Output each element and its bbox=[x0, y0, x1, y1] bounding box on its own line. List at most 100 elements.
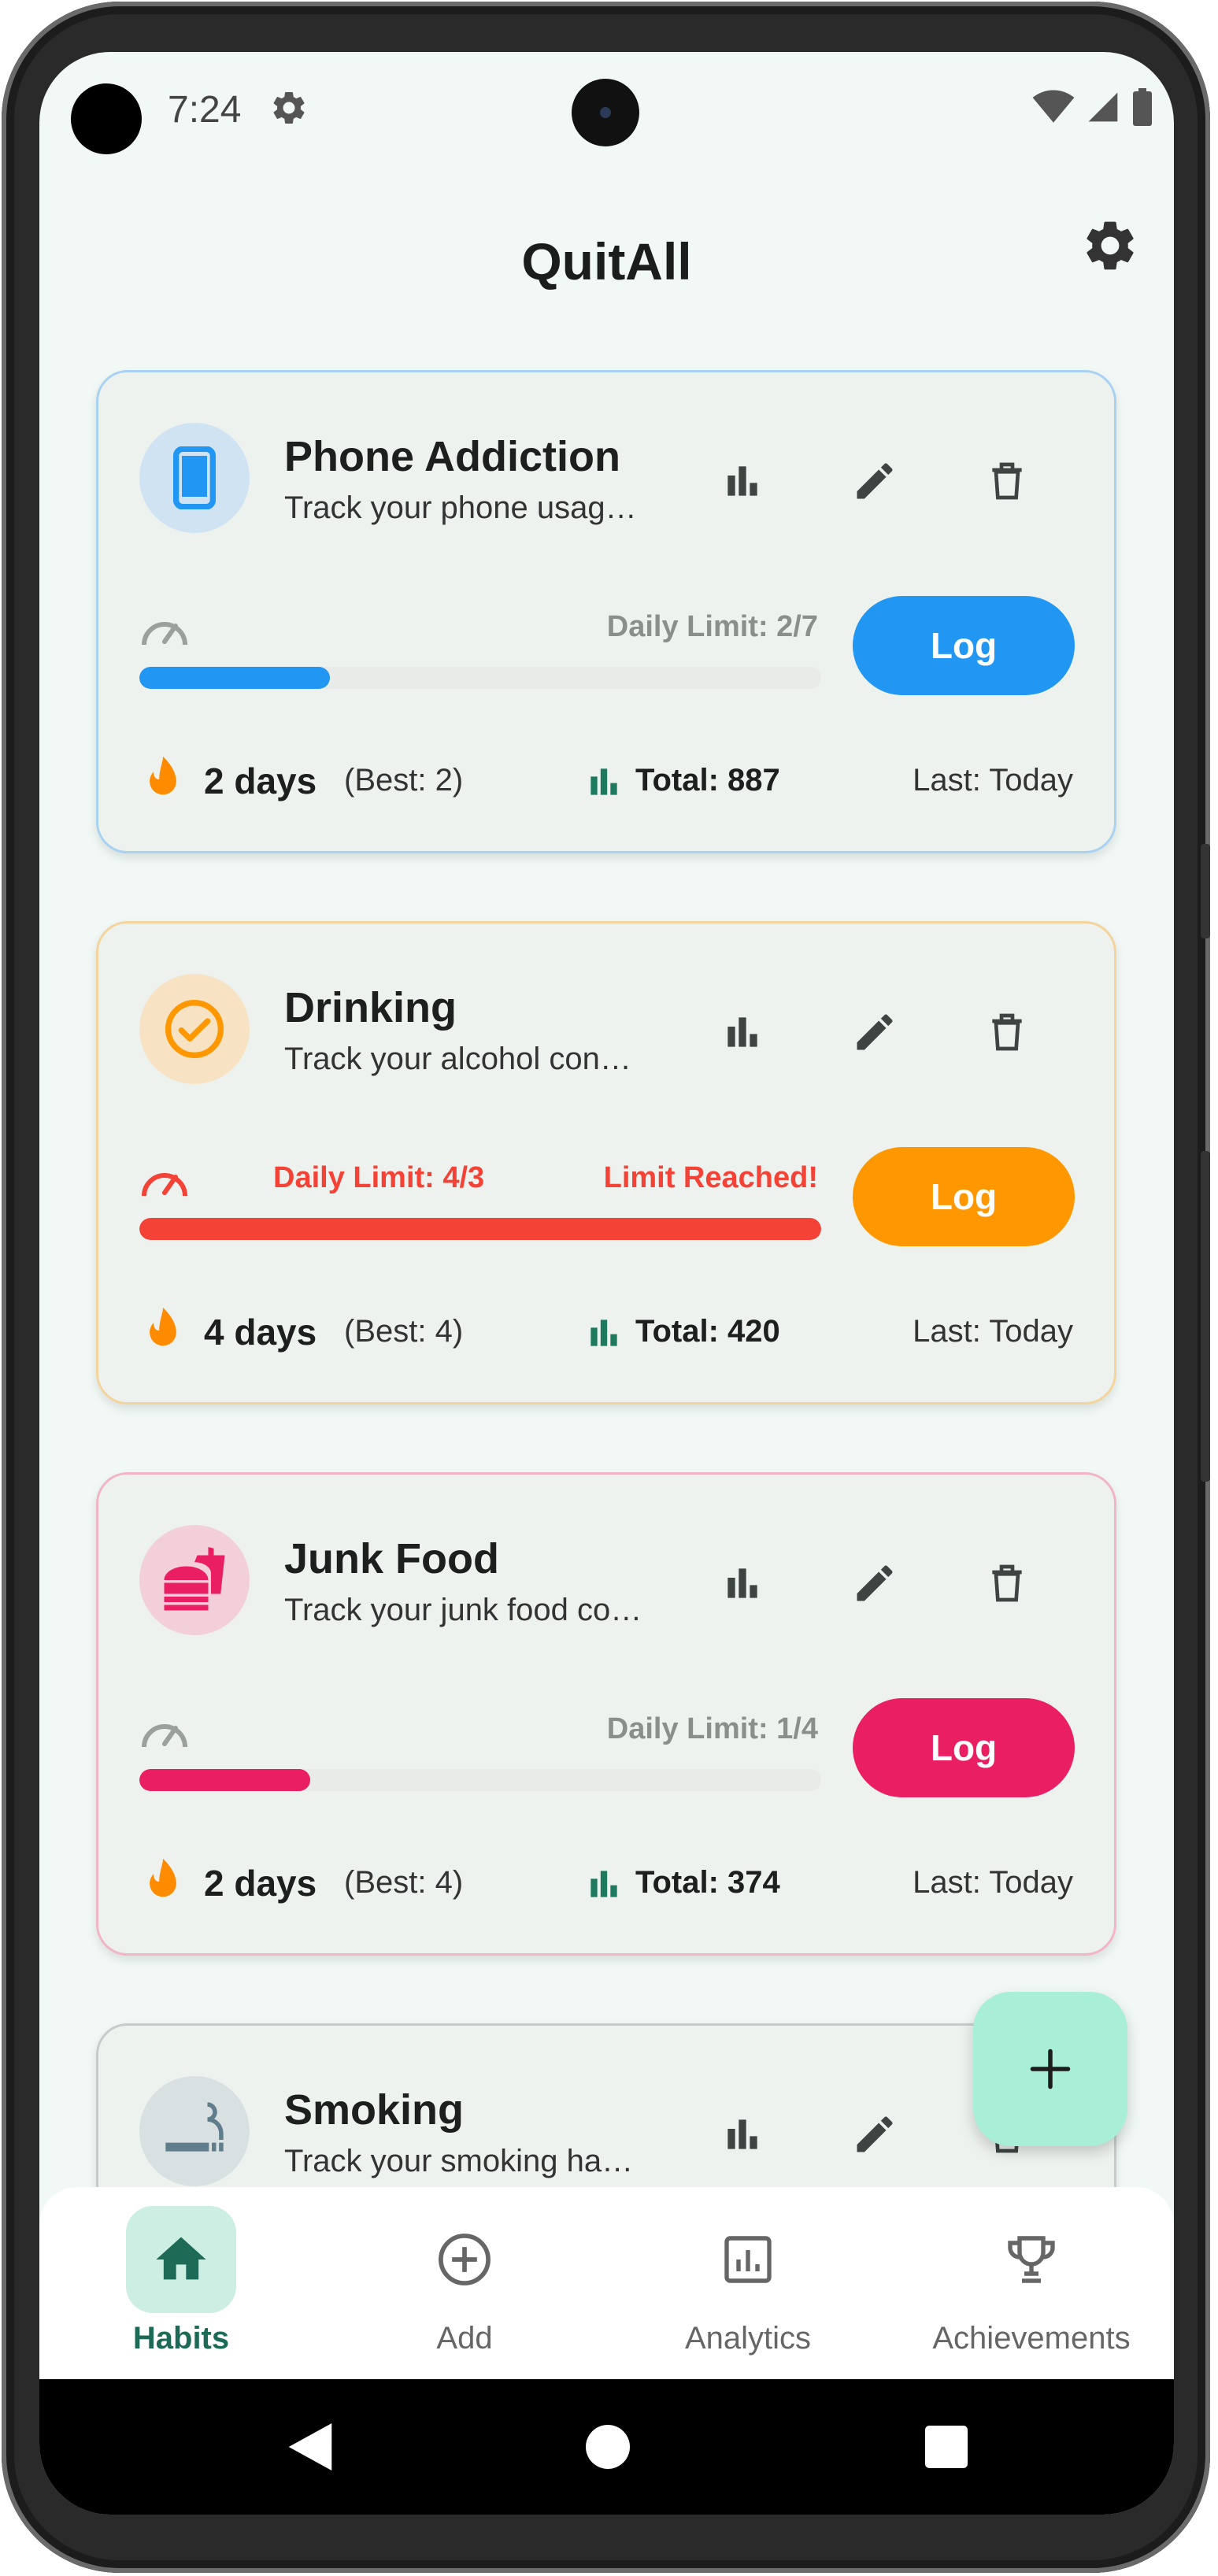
back-triangle-icon bbox=[288, 2423, 332, 2471]
nav-icon-wrap bbox=[409, 2206, 520, 2313]
best-streak: (Best: 4) bbox=[344, 1314, 464, 1349]
pencil-icon bbox=[857, 1014, 893, 1050]
nav-icon-wrap bbox=[693, 2206, 803, 2313]
fire-icon bbox=[150, 1308, 176, 1346]
delete-button[interactable] bbox=[976, 1552, 1038, 1615]
nav-item-achievements[interactable]: Achievements bbox=[890, 2187, 1173, 2379]
last-logged: Last: Today bbox=[913, 1865, 1073, 1900]
pencil-icon bbox=[857, 2116, 893, 2152]
streak-days: 2 days bbox=[204, 761, 317, 801]
edit-button[interactable] bbox=[843, 2103, 906, 2166]
log-button[interactable]: Log bbox=[853, 1698, 1075, 1797]
progress-fill bbox=[139, 1218, 821, 1240]
front-camera bbox=[572, 79, 639, 146]
smoking-icon bbox=[165, 2102, 224, 2152]
log-button[interactable]: Log bbox=[853, 596, 1075, 695]
recents-button[interactable] bbox=[921, 2422, 972, 2472]
edit-button[interactable] bbox=[843, 1001, 906, 1064]
bar-chart-icon bbox=[727, 2119, 757, 2149]
streak-days: 4 days bbox=[204, 1312, 317, 1353]
edit-button[interactable] bbox=[843, 1552, 906, 1615]
system-navigation-bar bbox=[39, 2379, 1174, 2515]
total-count: Total: 420 bbox=[635, 1314, 780, 1349]
recents-square-icon bbox=[925, 2426, 968, 2468]
settings-button[interactable] bbox=[1071, 206, 1150, 285]
daily-limit-text: Daily Limit: 4/3 bbox=[273, 1161, 485, 1194]
pencil-icon bbox=[857, 1565, 893, 1601]
fire-icon bbox=[150, 1859, 176, 1897]
nav-label: Achievements bbox=[932, 2321, 1131, 2356]
gauge-icon bbox=[142, 1173, 187, 1197]
trash-icon bbox=[992, 462, 1022, 500]
pencil-icon bbox=[857, 463, 893, 499]
wifi-icon bbox=[1032, 90, 1075, 123]
analytics-icon bbox=[724, 2236, 772, 2283]
nav-item-add[interactable]: Add bbox=[323, 2187, 606, 2379]
total-bar-icon bbox=[590, 1871, 617, 1897]
trash-icon bbox=[992, 1013, 1022, 1051]
limit-reached-text: Limit Reached! bbox=[603, 1161, 818, 1194]
habit-icon-circle bbox=[139, 974, 250, 1084]
check-circle-icon bbox=[165, 1000, 224, 1058]
last-logged: Last: Today bbox=[913, 1314, 1073, 1349]
phone-icon bbox=[173, 446, 216, 509]
total-bar-icon bbox=[590, 768, 617, 795]
settings-status-icon bbox=[273, 91, 305, 124]
delete-button[interactable] bbox=[976, 1001, 1038, 1064]
progress-fill bbox=[139, 1769, 310, 1791]
phone-frame: 7:24 QuitAll Phone Addiction Track your … bbox=[2, 2, 1210, 2573]
nav-item-analytics[interactable]: Analytics bbox=[606, 2187, 890, 2379]
back-button[interactable] bbox=[285, 2422, 335, 2472]
nav-item-habits[interactable]: Habits bbox=[39, 2187, 323, 2379]
progress-fill bbox=[139, 667, 331, 689]
home-button[interactable] bbox=[583, 2422, 633, 2472]
habit-description: Track your smoking ha… bbox=[284, 2144, 634, 2178]
habit-name: Drinking bbox=[284, 984, 457, 1031]
nav-label: Analytics bbox=[684, 2321, 812, 2356]
total-count: Total: 887 bbox=[635, 763, 780, 798]
log-button[interactable]: Log bbox=[853, 1147, 1075, 1246]
status-icons bbox=[1032, 88, 1153, 126]
streak-days: 2 days bbox=[204, 1863, 317, 1904]
status-time: 7:24 bbox=[168, 89, 242, 131]
bar-chart-icon bbox=[727, 1017, 757, 1047]
stats-button[interactable] bbox=[711, 2103, 774, 2166]
habit-description: Track your alcohol con… bbox=[284, 1042, 631, 1076]
daily-limit-text: Daily Limit: 1/4 bbox=[606, 1712, 818, 1745]
habit-card[interactable]: Junk Food Track your junk food co… Daily… bbox=[96, 1472, 1116, 1956]
bar-chart-icon bbox=[727, 466, 757, 496]
cell-signal-icon bbox=[1088, 92, 1118, 122]
fire-icon bbox=[150, 757, 176, 795]
edit-button[interactable] bbox=[843, 450, 906, 513]
best-streak: (Best: 4) bbox=[344, 1865, 464, 1900]
camera-cutout bbox=[71, 83, 142, 154]
stats-button[interactable] bbox=[711, 1552, 774, 1615]
nav-icon-highlight bbox=[126, 2206, 236, 2313]
power-button bbox=[1201, 1151, 1210, 1482]
habit-icon-circle bbox=[139, 2076, 250, 2186]
fastfood-icon bbox=[164, 1547, 225, 1611]
stats-button[interactable] bbox=[711, 450, 774, 513]
add-habit-fab[interactable] bbox=[973, 1992, 1127, 2146]
stats-button[interactable] bbox=[711, 1001, 774, 1064]
nav-label: Add bbox=[436, 2321, 493, 2356]
habit-card[interactable]: Phone Addiction Track your phone usag… D… bbox=[96, 370, 1116, 853]
daily-limit-text: Daily Limit: 2/7 bbox=[606, 610, 818, 643]
total-bar-icon bbox=[590, 1319, 617, 1346]
delete-button[interactable] bbox=[976, 450, 1038, 513]
best-streak: (Best: 2) bbox=[344, 763, 464, 798]
habit-description: Track your junk food co… bbox=[284, 1593, 642, 1627]
progress-bar bbox=[139, 1769, 821, 1791]
bottom-navigation: Habits Add Analytics Achievements bbox=[39, 2187, 1174, 2379]
habit-icon-circle bbox=[139, 423, 250, 533]
habit-name: Smoking bbox=[284, 2086, 465, 2134]
habit-card[interactable]: Drinking Track your alcohol con… Daily L… bbox=[96, 921, 1116, 1405]
progress-bar bbox=[139, 1218, 821, 1240]
habit-name: Phone Addiction bbox=[284, 433, 620, 480]
plus-icon bbox=[1030, 2049, 1071, 2089]
nav-label: Habits bbox=[132, 2321, 230, 2356]
trophy-icon bbox=[1008, 2236, 1055, 2283]
habit-icon-circle bbox=[139, 1525, 250, 1635]
trash-icon bbox=[992, 1564, 1022, 1602]
habit-description: Track your phone usag… bbox=[284, 490, 637, 525]
